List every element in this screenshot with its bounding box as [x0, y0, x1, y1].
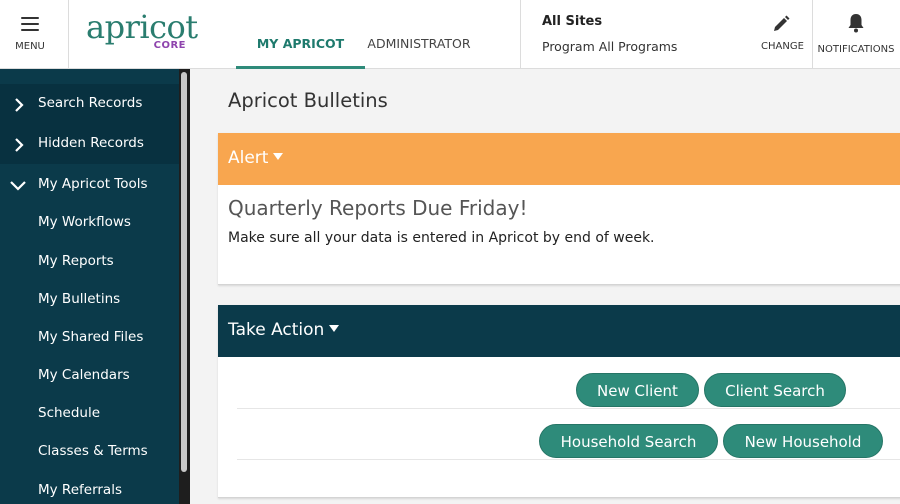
sidebar-item-my-workflows[interactable]: My Workflows: [38, 214, 131, 230]
take-action-header-label: Take Action: [228, 320, 340, 340]
apricot-logo[interactable]: apricot CORE: [86, 8, 198, 58]
menu-label: MENU: [15, 41, 45, 52]
sidebar-item-my-reports[interactable]: My Reports: [38, 253, 114, 269]
take-action-card: Take Action New Client Client Search Hou…: [218, 305, 900, 498]
sidebar-scrollbar-thumb[interactable]: [181, 72, 187, 472]
alert-header[interactable]: Alert: [218, 133, 900, 185]
row-divider: [237, 459, 900, 460]
tab-administrator[interactable]: ADMINISTRATOR: [365, 0, 473, 68]
bulletin-body: Make sure all your data is entered in Ap…: [228, 230, 655, 246]
site-title: All Sites: [542, 14, 603, 29]
main-content: Apricot Bulletins Alert Quarterly Report…: [190, 69, 900, 504]
sidebar: Search Records Hidden Records My Apricot…: [0, 69, 190, 504]
sidebar-item-my-calendars[interactable]: My Calendars: [38, 367, 130, 383]
bell-icon: [848, 14, 864, 33]
sidebar-item-schedule[interactable]: Schedule: [38, 405, 100, 421]
new-client-button[interactable]: New Client: [576, 373, 699, 407]
sidebar-section-search-records[interactable]: Search Records: [0, 84, 179, 124]
tab-my-apricot[interactable]: MY APRICOT: [236, 0, 365, 69]
notifications-button[interactable]: NOTIFICATIONS: [812, 0, 900, 68]
chevron-right-icon: [15, 98, 24, 112]
sidebar-item-my-referrals[interactable]: My Referrals: [38, 482, 122, 498]
change-label: CHANGE: [761, 41, 804, 52]
top-header: MENU apricot CORE MY APRICOT ADMINISTRAT…: [0, 0, 900, 69]
caret-down-icon: [273, 153, 284, 160]
client-search-button[interactable]: Client Search: [704, 373, 846, 407]
pencil-icon: [774, 15, 790, 31]
menu-button[interactable]: MENU: [0, 0, 69, 68]
page-title: Apricot Bulletins: [228, 89, 388, 112]
logo-subtitle: CORE: [153, 40, 186, 51]
alert-header-label: Alert: [228, 148, 284, 168]
alert-bulletin-card: Alert Quarterly Reports Due Friday! Make…: [218, 133, 900, 285]
program-label: Program All Programs: [542, 39, 678, 54]
bulletin-title: Quarterly Reports Due Friday!: [228, 196, 528, 220]
take-action-header[interactable]: Take Action: [218, 305, 900, 357]
sidebar-item-classes-terms[interactable]: Classes & Terms: [38, 443, 148, 459]
row-divider: [237, 408, 900, 409]
chevron-down-icon: [10, 181, 26, 191]
site-program-selector: All Sites Program All Programs: [520, 0, 753, 68]
sidebar-item-my-shared-files[interactable]: My Shared Files: [38, 329, 143, 345]
sidebar-section-hidden-records[interactable]: Hidden Records: [0, 124, 179, 164]
sidebar-section-label: Search Records: [38, 95, 143, 111]
notifications-label: NOTIFICATIONS: [817, 44, 895, 55]
hamburger-icon: [21, 17, 39, 31]
sidebar-section-label: Hidden Records: [38, 135, 144, 151]
sidebar-section-label: My Apricot Tools: [38, 176, 148, 192]
chevron-right-icon: [15, 138, 24, 152]
sidebar-item-my-bulletins[interactable]: My Bulletins: [38, 291, 120, 307]
change-button[interactable]: CHANGE: [753, 0, 812, 68]
caret-down-icon: [329, 325, 340, 332]
new-household-button[interactable]: New Household: [723, 424, 883, 458]
household-search-button[interactable]: Household Search: [539, 424, 718, 458]
sidebar-section-my-apricot-tools[interactable]: My Apricot Tools: [0, 165, 179, 205]
